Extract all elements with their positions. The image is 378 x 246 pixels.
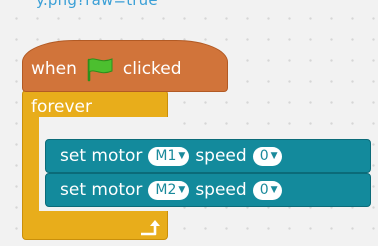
url-text: y.png?raw=true (36, 0, 158, 9)
dropdown-caret-icon: ▼ (178, 151, 186, 161)
speed-dropdown[interactable]: 0 ▼ (252, 180, 282, 200)
when-label: when (31, 59, 77, 79)
motor-value: M2 (155, 182, 177, 198)
speed-value: 0 (259, 148, 269, 164)
dropdown-caret-icon: ▼ (178, 185, 186, 195)
speed-value: 0 (259, 182, 269, 198)
dropdown-caret-icon: ▼ (270, 185, 278, 195)
set-motor-label: set motor (60, 146, 143, 166)
when-flag-clicked-block[interactable]: when clicked (22, 40, 228, 92)
forever-label: forever (31, 97, 92, 117)
motor-dropdown[interactable]: M2 ▼ (148, 180, 190, 200)
set-motor-label: set motor (60, 180, 143, 200)
url-text-strip: y.png?raw=true (0, 0, 378, 12)
dropdown-caret-icon: ▼ (270, 151, 278, 161)
green-flag-icon (87, 58, 113, 82)
set-motor-speed-block[interactable]: set motor M1 ▼ speed 0 ▼ (45, 139, 371, 173)
speed-dropdown[interactable]: 0 ▼ (252, 146, 282, 166)
speed-label: speed (195, 180, 247, 200)
set-motor-speed-block[interactable]: set motor M2 ▼ speed 0 ▼ (45, 173, 371, 207)
motor-dropdown[interactable]: M1 ▼ (148, 146, 190, 166)
speed-label: speed (195, 146, 247, 166)
loop-arrow-icon (141, 220, 160, 236)
clicked-label: clicked (122, 59, 182, 79)
motor-value: M1 (155, 148, 177, 164)
